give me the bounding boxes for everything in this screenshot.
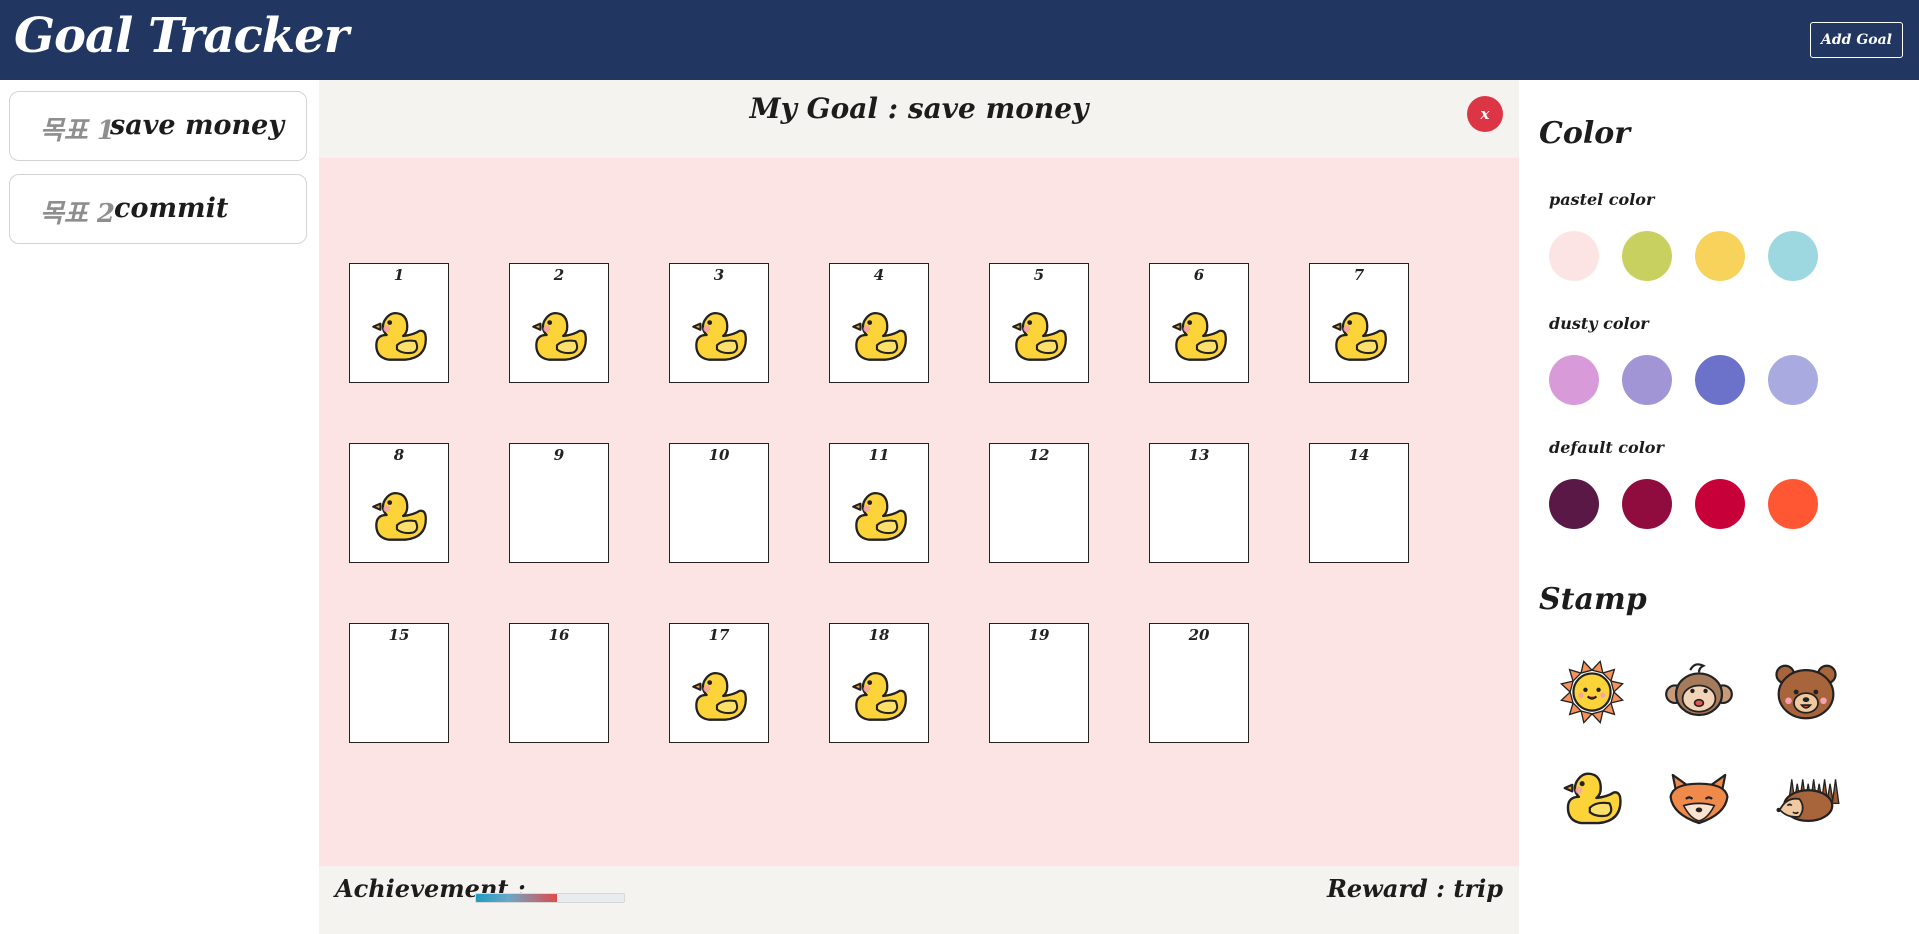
color-swatch[interactable] — [1549, 231, 1599, 281]
hedgehog-icon — [1776, 779, 1840, 822]
cell-number: 17 — [708, 626, 730, 644]
cell-number: 13 — [1188, 446, 1210, 464]
cell-number: 16 — [548, 626, 570, 644]
cell-number: 2 — [553, 266, 565, 284]
color-swatch[interactable] — [1549, 479, 1599, 529]
goal-item-commit[interactable]: 목표 2 commit — [9, 174, 307, 244]
add-goal-button[interactable]: Add Goal — [1810, 22, 1903, 58]
color-swatch[interactable] — [1695, 355, 1745, 405]
cell-number: 4 — [873, 266, 885, 284]
goal-item-name: commit — [114, 193, 229, 224]
goal-item-number: 목표 2 — [40, 199, 115, 229]
duck-icon — [1012, 312, 1067, 361]
stamp-cell[interactable]: 17 — [669, 623, 769, 743]
stamp-option[interactable] — [1557, 657, 1627, 727]
stamp-cell[interactable]: 6 — [1149, 263, 1249, 383]
cell-number: 20 — [1188, 626, 1210, 644]
stamp-cell[interactable]: 20 — [1149, 623, 1249, 743]
stamp-cell[interactable]: 16 — [509, 623, 609, 743]
achievement-progress-fill — [476, 894, 558, 902]
goal-title: My Goal : save money — [749, 92, 1089, 125]
cell-number: 18 — [868, 626, 890, 644]
bear-icon — [1775, 664, 1837, 720]
cell-number: 5 — [1033, 266, 1045, 284]
stamp-cell[interactable]: 11 — [829, 443, 929, 563]
stamp-cell[interactable]: 9 — [509, 443, 609, 563]
cell-number: 8 — [393, 446, 405, 464]
duck-icon — [852, 672, 907, 721]
stamp-option[interactable] — [1557, 764, 1627, 834]
stamp-cell[interactable]: 2 — [509, 263, 609, 383]
goal-item-save-money[interactable]: 목표 1 save money — [9, 91, 307, 161]
stamp-section-title: Stamp — [1539, 582, 1647, 617]
stamp-option[interactable] — [1771, 657, 1841, 727]
stamp-option[interactable] — [1664, 657, 1734, 727]
stamp-cell[interactable]: 1 — [349, 263, 449, 383]
cell-number: 11 — [868, 446, 890, 464]
goal-main: My Goal : save money x 1 2 3 4 5 6 7 8 9… — [319, 80, 1519, 934]
color-swatch[interactable] — [1695, 231, 1745, 281]
color-swatch[interactable] — [1622, 355, 1672, 405]
goal-item-name: save money — [110, 110, 285, 141]
duck-icon — [692, 672, 747, 721]
color-swatch[interactable] — [1622, 479, 1672, 529]
duck-icon — [852, 312, 907, 361]
duck-icon — [692, 312, 747, 361]
stamp-cell[interactable]: 14 — [1309, 443, 1409, 563]
stamp-cell[interactable]: 12 — [989, 443, 1089, 563]
cell-number: 19 — [1028, 626, 1050, 644]
color-swatch[interactable] — [1695, 479, 1745, 529]
stamp-cell[interactable]: 3 — [669, 263, 769, 383]
pastel-color-label: pastel color — [1549, 190, 1655, 209]
cell-number: 10 — [708, 446, 730, 464]
color-swatch[interactable] — [1622, 231, 1672, 281]
stamp-cell[interactable]: 19 — [989, 623, 1089, 743]
color-swatch[interactable] — [1768, 479, 1818, 529]
color-section-title: Color — [1539, 116, 1631, 151]
duck-icon — [852, 492, 907, 541]
stamp-board: 1 2 3 4 5 6 7 8 9 10 11 12 13 14 15 16 1… — [319, 158, 1519, 866]
stamp-cell[interactable]: 13 — [1149, 443, 1249, 563]
goal-item-number: 목표 1 — [40, 116, 115, 146]
top-bar: Goal Tracker Add Goal — [0, 0, 1919, 80]
monkey-icon — [1665, 663, 1733, 717]
close-goal-button[interactable]: x — [1467, 96, 1503, 132]
cell-number: 15 — [388, 626, 410, 644]
cell-number: 14 — [1348, 446, 1370, 464]
stamp-cell[interactable]: 15 — [349, 623, 449, 743]
duck-icon — [1332, 312, 1387, 361]
color-swatch[interactable] — [1549, 355, 1599, 405]
stamp-cell[interactable]: 10 — [669, 443, 769, 563]
cell-number: 3 — [713, 266, 725, 284]
duck-icon — [372, 312, 427, 361]
stamp-cell[interactable]: 8 — [349, 443, 449, 563]
cell-number: 6 — [1193, 266, 1205, 284]
default-color-label: default color — [1549, 438, 1664, 457]
cell-number: 9 — [553, 446, 565, 464]
stamp-cell[interactable]: 18 — [829, 623, 929, 743]
cell-number: 1 — [393, 266, 405, 284]
achievement-progress-bar — [475, 893, 625, 903]
duck-icon — [1172, 312, 1227, 361]
stamp-option[interactable] — [1771, 764, 1841, 834]
app-title: Goal Tracker — [14, 8, 349, 64]
duck-icon — [532, 312, 587, 361]
stamp-option[interactable] — [1664, 764, 1734, 834]
color-swatch[interactable] — [1768, 231, 1818, 281]
sun-icon — [1559, 659, 1625, 725]
color-swatch[interactable] — [1768, 355, 1818, 405]
stamp-cell[interactable]: 5 — [989, 263, 1089, 383]
cell-number: 12 — [1028, 446, 1050, 464]
duck-icon — [1563, 772, 1622, 825]
goal-sidebar: 목표 1 save money 목표 2 commit — [0, 80, 319, 934]
duck-icon — [372, 492, 427, 541]
cell-number: 7 — [1353, 266, 1365, 284]
fox-icon — [1669, 773, 1729, 825]
reward-label: Reward : trip — [1326, 874, 1503, 903]
stamp-cell[interactable]: 7 — [1309, 263, 1409, 383]
stamp-cell[interactable]: 4 — [829, 263, 929, 383]
dusty-color-label: dusty color — [1549, 314, 1649, 333]
customize-panel: Color pastel color dusty color default c… — [1519, 80, 1919, 934]
